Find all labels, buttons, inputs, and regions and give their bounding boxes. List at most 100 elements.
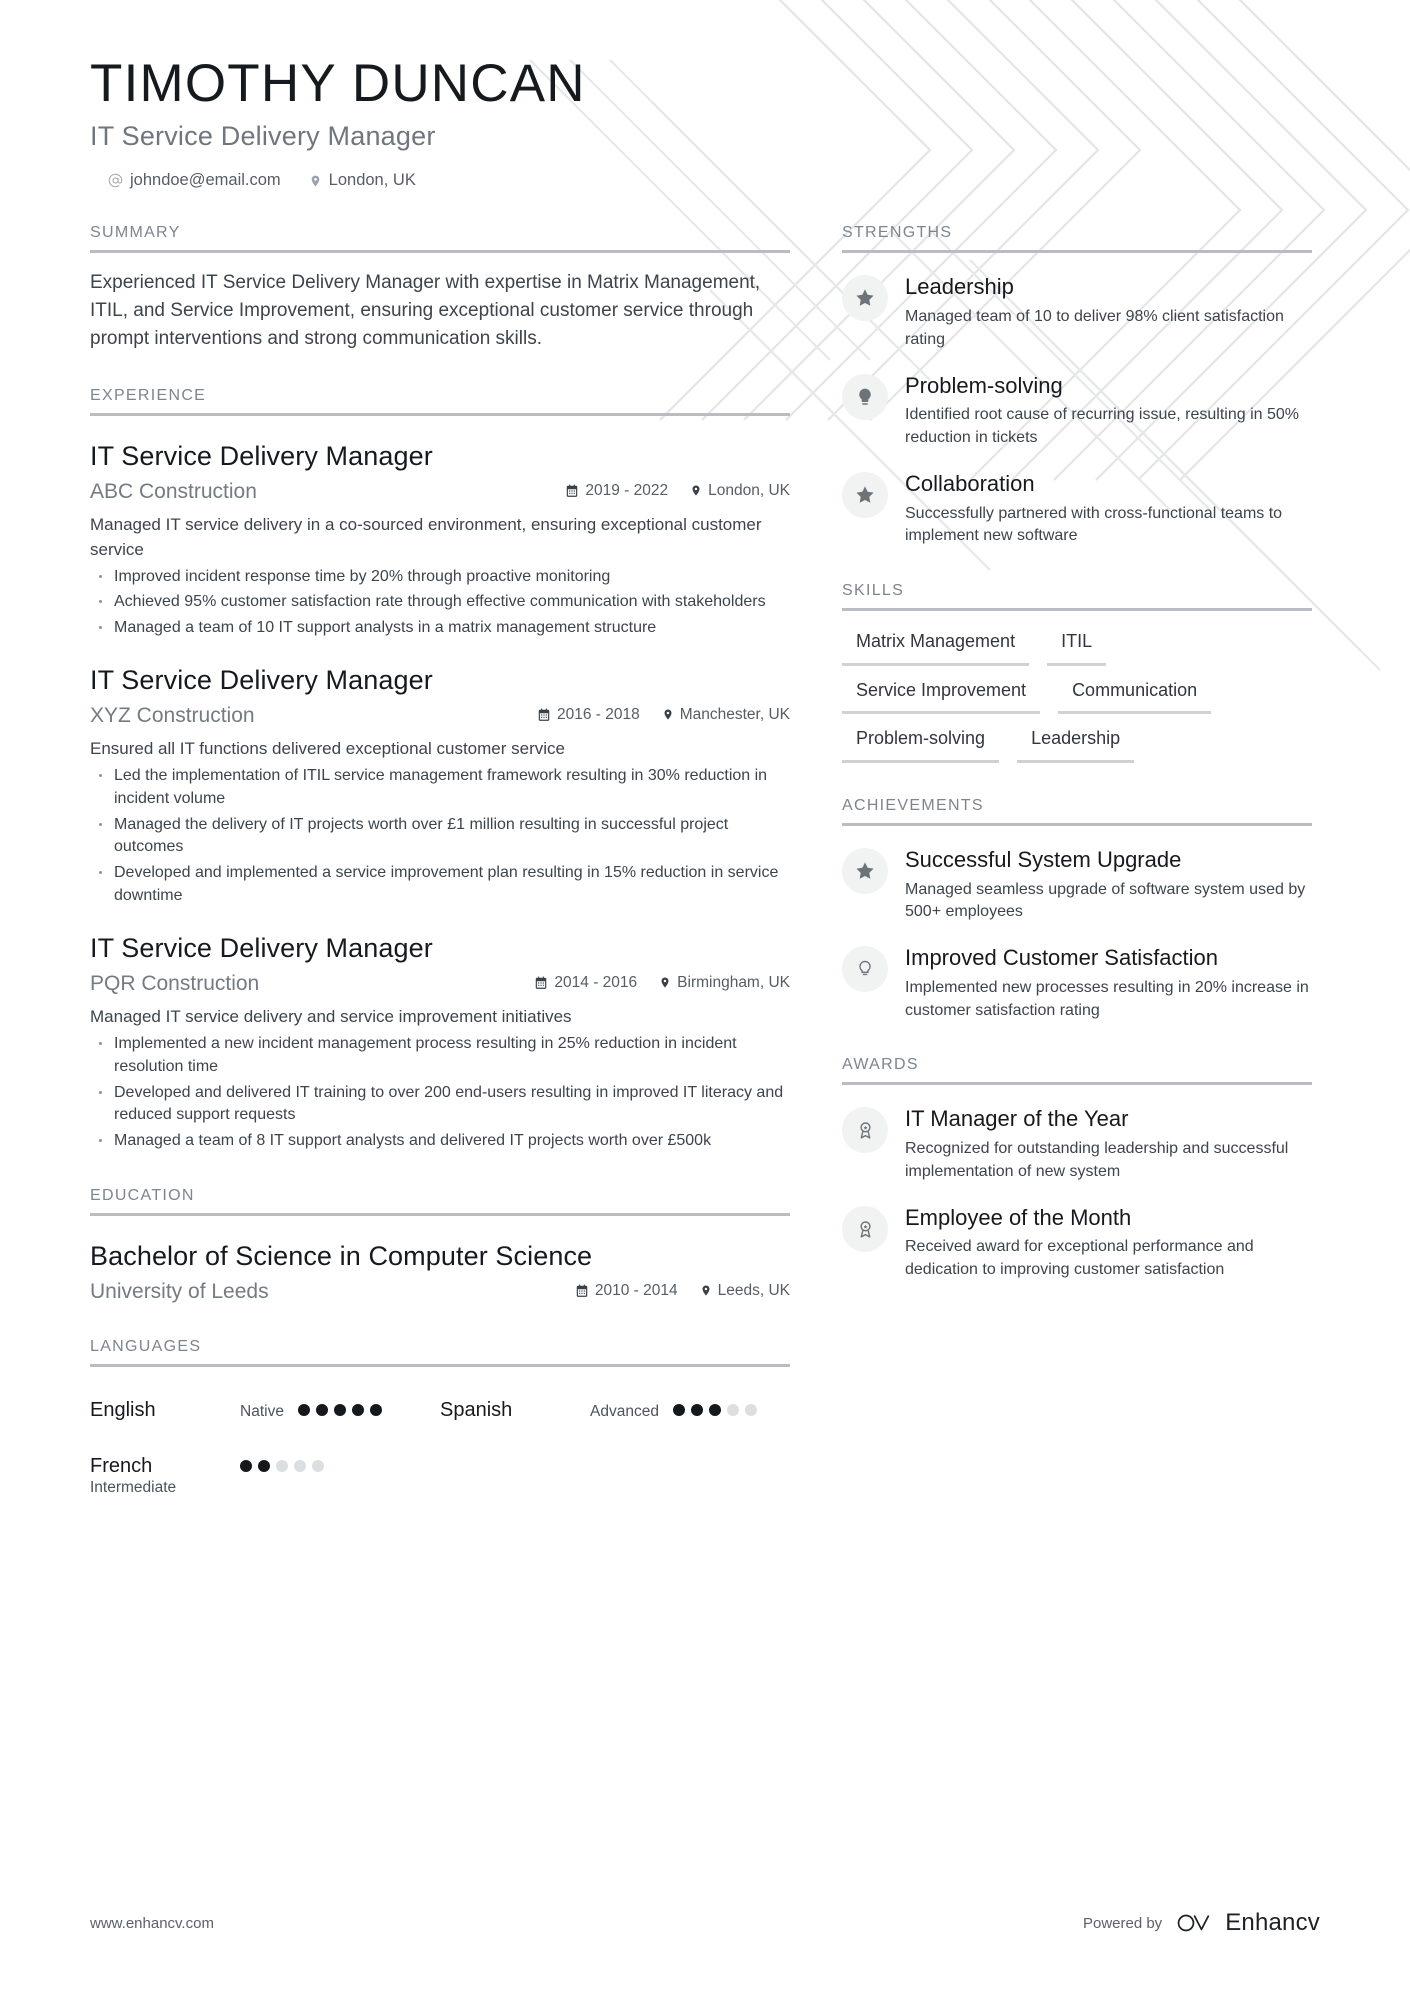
- experience-dates-text: 2019 - 2022: [585, 482, 669, 500]
- language-rating-dots: [240, 1460, 324, 1473]
- achievement-title: Successful System Upgrade: [905, 846, 1182, 872]
- experience-entry: IT Service Delivery Manager ABC Construc…: [90, 440, 790, 640]
- list-item: Improved incident response time by 20% t…: [90, 566, 790, 589]
- experience-dates: 2019 - 2022: [565, 482, 668, 500]
- experience-location-text: Manchester, UK: [679, 705, 790, 723]
- list-item: Managed a team of 8 IT support analysts …: [90, 1130, 790, 1153]
- strength-title: Collaboration: [905, 470, 1035, 496]
- rating-dot: [297, 1404, 310, 1417]
- map-pin-icon: [690, 483, 702, 498]
- languages-list: English Native Spanish Advanced French I…: [90, 1383, 790, 1497]
- section-title-skills: SKILLS: [842, 582, 905, 600]
- strength-item: Collaboration Successfully partnered wit…: [842, 470, 1312, 548]
- list-item: Achieved 95% customer satisfaction rate …: [90, 591, 790, 614]
- experience-dates-text: 2014 - 2016: [554, 974, 638, 992]
- education-entry: Bachelor of Science in Computer Science …: [90, 1240, 790, 1304]
- rating-dot: [744, 1404, 757, 1417]
- rating-dot: [351, 1404, 364, 1417]
- section-divider: [842, 608, 1312, 612]
- at-sign-icon: [108, 173, 123, 188]
- section-divider: [842, 822, 1312, 826]
- education-degree: Bachelor of Science in Computer Science: [90, 1240, 593, 1271]
- education-dates: 2010 - 2014: [575, 1282, 678, 1300]
- brand-logo[interactable]: Enhancv: [1176, 1909, 1320, 1937]
- resume-footer: www.enhancv.com Powered by Enhancv: [90, 1909, 1320, 1937]
- left-column: SUMMARY Experienced IT Service Delivery …: [90, 190, 790, 1497]
- strength-description: Successfully partnered with cross-functi…: [905, 504, 1283, 545]
- experience-bullets: Improved incident response time by 20% t…: [90, 566, 790, 640]
- list-item: Developed and implemented a service impr…: [90, 862, 790, 907]
- map-pin-icon: [662, 707, 674, 722]
- language-rating-dots: [672, 1404, 757, 1417]
- language-level: Intermediate: [90, 1479, 177, 1497]
- resume-header: TIMOTHY DUNCAN IT Service Delivery Manag…: [90, 55, 1320, 190]
- award-description: Recognized for outstanding leadership an…: [905, 1140, 1289, 1180]
- experience-title: IT Service Delivery Manager: [90, 664, 433, 695]
- section-title-experience: EXPERIENCE: [90, 387, 207, 404]
- calendar-icon: [575, 1284, 589, 1298]
- skills-list: Matrix Management ITIL Service Improveme…: [842, 627, 1312, 763]
- rating-dot: [276, 1460, 288, 1473]
- star-icon: [842, 275, 888, 322]
- section-strengths: STRENGTHS Leadership Managed team of 10 …: [842, 224, 1312, 548]
- lightbulb-icon: [842, 373, 888, 420]
- calendar-icon: [565, 484, 579, 498]
- section-divider: [90, 250, 790, 254]
- rating-dot: [258, 1460, 270, 1473]
- section-title-languages: LANGUAGES: [90, 1338, 202, 1356]
- skill-tag: Leadership: [1017, 724, 1135, 763]
- contact-list: johndoe@email.com London, UK: [90, 171, 1320, 190]
- language-level: Advanced: [590, 1403, 659, 1421]
- experience-dates: 2014 - 2016: [534, 974, 637, 992]
- achievement-item: Improved Customer Satisfaction Implement…: [842, 944, 1312, 1022]
- star-icon: [842, 471, 888, 518]
- section-summary: SUMMARY Experienced IT Service Delivery …: [90, 224, 790, 353]
- section-awards: AWARDS IT Manager of the Year Recognized…: [842, 1056, 1312, 1282]
- contact-email[interactable]: johndoe@email.com: [108, 171, 281, 190]
- rating-dot: [672, 1404, 685, 1417]
- section-divider: [90, 1212, 790, 1216]
- language-rating-dots: [297, 1404, 382, 1417]
- list-item: Developed and delivered IT training to o…: [90, 1082, 790, 1127]
- section-experience: EXPERIENCE IT Service Delivery Manager A…: [90, 387, 790, 1153]
- award-item: IT Manager of the Year Recognized for ou…: [842, 1105, 1312, 1183]
- list-item: Implemented a new incident management pr…: [90, 1033, 790, 1078]
- powered-by-block: Powered by Enhancv: [1083, 1909, 1320, 1937]
- list-item: Managed a team of 10 IT support analysts…: [90, 617, 790, 640]
- section-title-education: EDUCATION: [90, 1186, 195, 1204]
- rating-dot: [369, 1404, 382, 1417]
- skill-tag: Communication: [1058, 676, 1212, 715]
- language-level: Native: [240, 1403, 284, 1421]
- rating-dot: [240, 1460, 252, 1473]
- rating-dot: [690, 1404, 703, 1417]
- education-dates-text: 2010 - 2014: [594, 1282, 678, 1300]
- powered-by-label: Powered by: [1082, 1914, 1163, 1932]
- right-column: STRENGTHS Leadership Managed team of 10 …: [842, 190, 1312, 1282]
- language-name: Spanish: [440, 1399, 513, 1422]
- education-institution: University of Leeds: [90, 1280, 269, 1304]
- map-pin-icon: [659, 975, 671, 990]
- section-title-summary: SUMMARY: [90, 224, 181, 242]
- contact-email-text: johndoe@email.com: [130, 171, 281, 190]
- page-title: TIMOTHY DUNCAN: [90, 54, 586, 113]
- experience-description: Ensured all IT functions delivered excep…: [90, 739, 565, 759]
- language-item: French Intermediate: [90, 1438, 440, 1497]
- experience-entry: IT Service Delivery Manager XYZ Construc…: [90, 664, 790, 908]
- contact-location: London, UK: [309, 171, 416, 190]
- section-achievements: ACHIEVEMENTS Successful System Upgrade M…: [842, 797, 1312, 1023]
- award-title: Employee of the Month: [905, 1204, 1132, 1230]
- experience-entry: IT Service Delivery Manager PQR Construc…: [90, 932, 790, 1153]
- achievement-item: Successful System Upgrade Managed seamle…: [842, 846, 1312, 924]
- award-description: Received award for exceptional performan…: [905, 1238, 1254, 1279]
- brand-name: Enhancv: [1225, 1909, 1320, 1936]
- footer-url[interactable]: www.enhancv.com: [90, 1915, 214, 1932]
- calendar-icon: [534, 976, 548, 990]
- experience-bullets: Led the implementation of ITIL service m…: [90, 765, 790, 907]
- achievement-description: Implemented new processes resulting in 2…: [905, 978, 1309, 1019]
- award-item: Employee of the Month Received award for…: [842, 1204, 1312, 1282]
- experience-location: Manchester, UK: [662, 706, 790, 724]
- experience-description: Managed IT service delivery in a co-sour…: [90, 515, 762, 559]
- experience-title: IT Service Delivery Manager: [90, 932, 433, 963]
- strength-title: Leadership: [905, 274, 1014, 300]
- map-pin-icon: [309, 173, 322, 189]
